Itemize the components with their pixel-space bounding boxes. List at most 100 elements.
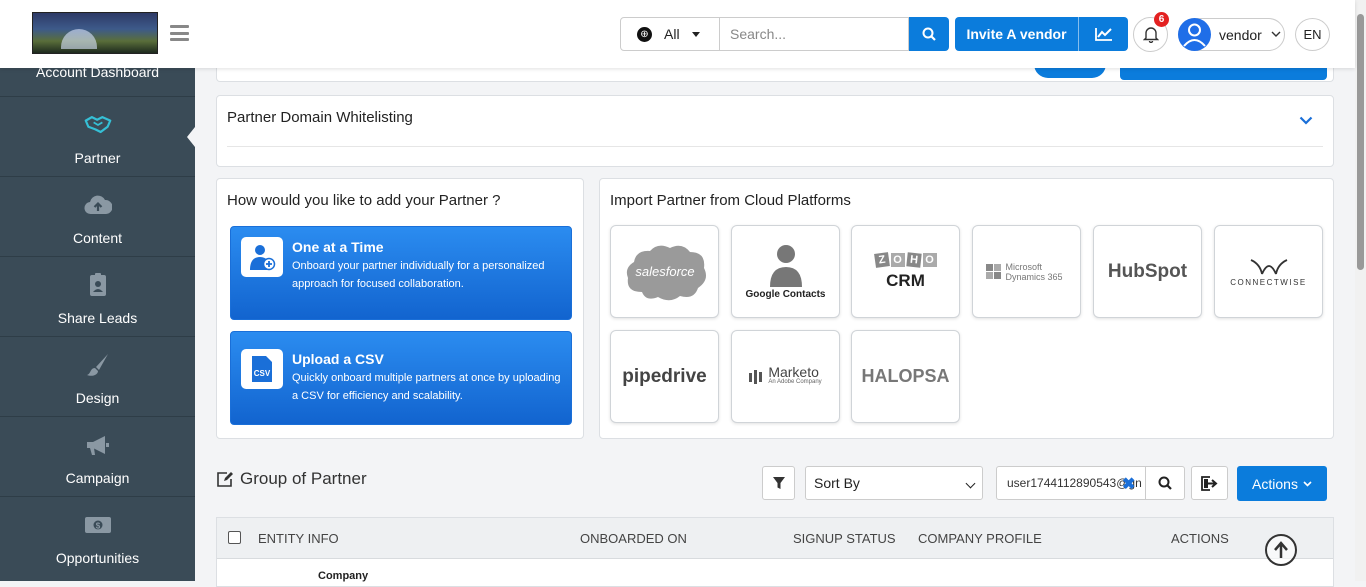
search-button[interactable] — [909, 17, 949, 51]
column-header: ACTIONS — [1171, 531, 1229, 546]
notification-count-badge: 6 — [1154, 12, 1169, 27]
sidebar-item-share-leads[interactable]: Share Leads — [0, 257, 195, 337]
platform-label: Marketo — [768, 363, 819, 380]
page-scrollbar[interactable] — [1355, 0, 1366, 581]
sidebar-item-campaign[interactable]: Campaign — [0, 417, 195, 497]
platform-pipedrive[interactable]: pipedrive — [610, 330, 719, 423]
platform-label: Microsoft Dynamics 365 — [1005, 261, 1063, 282]
option-title: One at a Time — [292, 239, 384, 255]
table-header: ENTITY INFO ONBOARDED ON SIGNUP STATUS C… — [217, 518, 1333, 559]
section-title: Group of Partner — [216, 469, 367, 489]
microsoft-logo-icon — [985, 263, 1001, 279]
csv-file-icon: CSV — [241, 349, 283, 389]
avatar — [1178, 18, 1211, 51]
partner-table: ENTITY INFO ONBOARDED ON SIGNUP STATUS C… — [216, 517, 1334, 587]
platform-salesforce[interactable]: salesforce — [610, 225, 719, 318]
chevron-down-icon — [965, 478, 976, 489]
clear-search-icon[interactable]: ✖ — [1122, 474, 1135, 494]
scope-label: All — [664, 26, 680, 42]
divider — [227, 146, 1323, 147]
svg-text:CSV: CSV — [254, 369, 271, 378]
platform-connectwise[interactable]: CONNECTWISE — [1214, 225, 1323, 318]
platform-hubspot[interactable]: HubSpot — [1093, 225, 1202, 318]
import-platforms-card: Import Partner from Cloud Platforms sale… — [599, 178, 1334, 439]
active-pointer — [187, 127, 195, 147]
domain-whitelisting-panel[interactable]: Partner Domain Whitelisting — [216, 95, 1334, 167]
actions-dropdown-button[interactable]: Actions — [1237, 466, 1327, 501]
svg-text:$: $ — [96, 522, 101, 531]
export-icon — [1201, 475, 1218, 491]
sort-by-select[interactable]: Sort By — [805, 466, 983, 500]
column-header[interactable]: ENTITY INFO — [258, 531, 339, 546]
analytics-chart-icon[interactable] — [1079, 17, 1128, 51]
option-title: Upload a CSV — [292, 351, 384, 367]
scrollbar-thumb[interactable] — [1357, 14, 1364, 270]
bell-icon — [1142, 27, 1159, 43]
option-description: Quickly onboard multiple partners at onc… — [292, 372, 561, 402]
sidebar-item-partner[interactable]: Partner — [0, 97, 195, 177]
chevron-down-icon — [1271, 31, 1281, 37]
sidebar-item-design[interactable]: Design — [0, 337, 195, 417]
partner-search-button[interactable] — [1145, 466, 1185, 500]
svg-text:salesforce: salesforce — [635, 264, 694, 279]
zoho-logo-icon: Z O H O — [873, 251, 937, 268]
top-header: ⊕ All Invite A vendor 6 vendor EN — [0, 0, 1355, 68]
chevron-down-icon[interactable] — [1299, 116, 1313, 125]
platform-label: Google Contacts — [745, 289, 826, 300]
panel-title: Partner Domain Whitelisting — [227, 109, 413, 126]
sidebar-item-label: Partner — [74, 150, 121, 166]
id-badge-icon — [84, 273, 112, 297]
search-scope-select[interactable]: ⊕ All — [620, 17, 720, 51]
sidebar-item-label: Opportunities — [55, 550, 140, 566]
connectwise-logo-icon — [1250, 259, 1287, 275]
cloud-upload-icon — [84, 193, 112, 217]
invite-label: Invite A vendor — [955, 17, 1079, 51]
platform-zoho-crm[interactable]: Z O H O CRM — [851, 225, 960, 318]
money-icon: $ — [84, 513, 112, 537]
search-icon — [1158, 476, 1172, 490]
platform-halopsa[interactable]: HALOPSA — [851, 330, 960, 423]
contact-person-icon — [769, 245, 802, 287]
column-header[interactable]: SIGNUP STATUS — [793, 531, 896, 546]
sidebar-item-label: Content — [72, 230, 123, 246]
platform-sublabel: An Adobe Company — [768, 378, 822, 385]
platform-microsoft-dynamics[interactable]: Microsoft Dynamics 365 — [972, 225, 1081, 318]
search-icon — [922, 27, 936, 41]
globe-icon: ⊕ — [637, 26, 652, 42]
sidebar-item-label: Campaign — [65, 470, 130, 486]
sidebar-item-opportunities[interactable]: $ Opportunities — [0, 497, 195, 581]
platform-label: HALOPSA — [861, 366, 950, 386]
column-header[interactable]: COMPANY PROFILE — [918, 531, 1042, 546]
select-all-checkbox[interactable] — [228, 531, 241, 544]
sidebar-item-content[interactable]: Content — [0, 177, 195, 257]
megaphone-icon — [84, 433, 112, 457]
export-button[interactable] — [1191, 466, 1228, 500]
chevron-down-icon — [1303, 480, 1312, 487]
card-title: How would you like to add your Partner ? — [227, 192, 501, 209]
one-at-a-time-option[interactable]: One at a Time Onboard your partner indiv… — [230, 226, 572, 320]
edit-icon — [217, 471, 233, 487]
upload-csv-option[interactable]: CSV Upload a CSV Quickly onboard multipl… — [230, 331, 572, 425]
sidebar-item-label: Share Leads — [57, 310, 138, 326]
language-button[interactable]: EN — [1295, 18, 1330, 51]
column-header[interactable]: ONBOARDED ON — [580, 531, 687, 546]
platform-label: pipedrive — [622, 365, 707, 387]
scroll-to-top-button[interactable] — [1265, 534, 1297, 566]
sidebar-item-label: Design — [75, 390, 120, 406]
arrow-up-icon — [1274, 541, 1288, 558]
funnel-icon — [772, 476, 785, 489]
add-partner-card: How would you like to add your Partner ?… — [216, 178, 584, 439]
company-logo[interactable] — [32, 12, 158, 54]
option-description: Onboard your partner individually for a … — [292, 260, 545, 290]
invite-vendor-button[interactable]: Invite A vendor — [955, 17, 1128, 51]
handshake-icon — [84, 113, 112, 137]
platform-google-contacts[interactable]: Google Contacts — [731, 225, 840, 318]
search-input[interactable] — [720, 17, 909, 51]
user-menu[interactable]: vendor — [1178, 18, 1285, 51]
caret-down-icon — [691, 31, 700, 37]
platform-marketo[interactable]: Marketo An Adobe Company — [731, 330, 840, 423]
add-user-icon — [241, 237, 283, 277]
filter-button[interactable] — [762, 466, 795, 500]
hamburger-icon[interactable] — [170, 25, 189, 41]
salesforce-logo-icon: salesforce — [626, 245, 706, 300]
